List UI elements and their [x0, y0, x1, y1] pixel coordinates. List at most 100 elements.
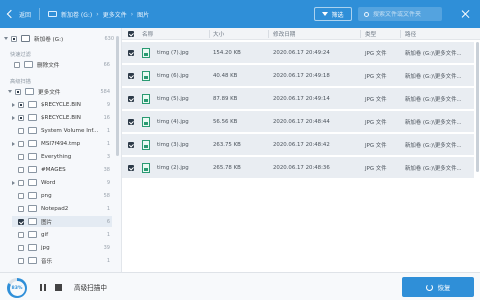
row-checkbox[interactable] — [128, 119, 134, 125]
cell-path: 新加卷 (G:)\更多文件... — [405, 143, 462, 149]
deleted-files-count: 66 — [103, 61, 110, 68]
drive-checkbox[interactable] — [11, 35, 17, 42]
tree-item[interactable]: gif 1 — [12, 229, 112, 240]
column-header-size[interactable]: 大小 — [213, 28, 224, 40]
jpg-file-icon — [142, 48, 150, 58]
tree-item-checkbox[interactable] — [18, 244, 24, 251]
file-name: timg (4).jpg — [157, 119, 189, 125]
filter-button[interactable]: 筛选 — [314, 7, 352, 21]
deleted-files-checkbox[interactable] — [14, 61, 20, 68]
filter-icon — [322, 12, 329, 16]
close-icon[interactable] — [461, 9, 471, 19]
cell-path: 新加卷 (G:)\更多文件... — [405, 74, 462, 80]
tree-item-checkbox[interactable] — [18, 140, 24, 147]
tree-item[interactable]: $RECYCLE.BIN 9 — [12, 99, 112, 110]
tree-item-checkbox[interactable] — [18, 179, 24, 186]
more-files-checkbox[interactable] — [15, 88, 21, 95]
folder-icon — [28, 153, 37, 160]
cell-date: 2020.06.17 20:48:44 — [273, 119, 330, 125]
table-row[interactable]: timg (6).jpg 40.48 KB 2020.06.17 20:49:18 J… — [122, 65, 474, 87]
column-header-type[interactable]: 类型 — [365, 28, 376, 40]
table-row[interactable]: timg (4).jpg 56.56 KB 2020.06.17 20:48:44 J… — [122, 111, 474, 133]
sidebar-scrollbar[interactable] — [116, 36, 119, 156]
tree-item[interactable]: System Volume Inf... 1 — [12, 125, 112, 136]
folder-icon — [28, 231, 37, 238]
tree-item[interactable]: jpg 39 — [12, 242, 112, 253]
recover-icon — [425, 283, 433, 291]
tree-item[interactable]: Word 9 — [12, 177, 112, 188]
tree-item[interactable]: png 58 — [12, 190, 112, 201]
breadcrumb-more-files[interactable]: 更多文件 — [103, 10, 127, 19]
row-checkbox[interactable] — [128, 96, 134, 102]
filter-label: 筛选 — [331, 11, 344, 19]
recover-button[interactable]: 恢复 — [402, 277, 474, 297]
tree-item[interactable]: 图片 6 — [12, 216, 112, 227]
tree-item-checkbox[interactable] — [18, 166, 24, 173]
jpg-file-icon — [142, 163, 150, 173]
table-row[interactable]: timg (5).jpg 87.89 KB 2020.06.17 20:49:14 J… — [122, 88, 474, 110]
column-divider[interactable] — [209, 30, 210, 38]
jpg-file-icon — [142, 71, 150, 81]
cell-type: JPG 文件 — [365, 74, 387, 80]
expand-icon[interactable] — [12, 141, 15, 146]
cell-type: JPG 文件 — [365, 166, 387, 172]
tree-item-label: System Volume Inf... — [41, 127, 99, 134]
breadcrumb-images[interactable]: 图片 — [137, 10, 149, 19]
tree-item[interactable]: Everything 3 — [12, 151, 112, 162]
column-divider[interactable] — [268, 30, 269, 38]
advanced-scan-heading: 高级扫描 — [10, 79, 31, 85]
table-row[interactable]: timg (7).jpg 154.20 KB 2020.06.17 20:49:24… — [122, 42, 474, 64]
column-header-date[interactable]: 修改日期 — [273, 28, 295, 40]
tree-item-checkbox[interactable] — [18, 257, 24, 264]
tree-item-checkbox[interactable] — [18, 205, 24, 212]
expand-icon[interactable] — [12, 115, 15, 120]
row-checkbox[interactable] — [128, 50, 134, 56]
column-header-name[interactable]: 名称 — [142, 28, 153, 40]
row-checkbox[interactable] — [128, 165, 134, 171]
more-files-label: 更多文件 — [38, 89, 61, 96]
drive-row[interactable]: 新加卷 (G:) 630 — [4, 33, 116, 44]
stop-icon[interactable] — [55, 284, 62, 291]
tree-item[interactable]: $RECYCLE.BIN 16 — [12, 112, 112, 123]
deleted-files-row[interactable]: 删除文件 66 — [14, 59, 112, 70]
jpg-file-icon — [142, 94, 150, 104]
expand-icon[interactable] — [4, 37, 8, 40]
expand-icon[interactable] — [12, 180, 15, 185]
tree-item-checkbox[interactable] — [18, 218, 24, 225]
expand-icon[interactable] — [8, 90, 12, 93]
trash-icon — [24, 61, 33, 68]
row-checkbox[interactable] — [128, 142, 134, 148]
cell-date: 2020.06.17 20:49:18 — [273, 73, 330, 79]
tree-item-checkbox[interactable] — [18, 127, 24, 134]
table-row[interactable]: timg (2).jpg 265.78 KB 2020.06.17 20:48:36… — [122, 157, 474, 179]
tree-item[interactable]: #MAGES 38 — [12, 164, 112, 175]
column-divider[interactable] — [400, 30, 401, 38]
tree-item[interactable]: MSI7f494.tmp 1 — [12, 138, 112, 149]
tree-item-checkbox[interactable] — [18, 114, 24, 121]
expand-icon[interactable] — [12, 102, 15, 107]
search-input[interactable] — [373, 10, 439, 18]
tree-item-count: 1 — [106, 257, 110, 264]
table-row[interactable]: timg (3).jpg 263.75 KB 2020.06.17 20:48:42… — [122, 134, 474, 156]
row-checkbox[interactable] — [128, 73, 134, 79]
tree-item-checkbox[interactable] — [18, 192, 24, 199]
folder-icon — [28, 101, 37, 108]
select-all-checkbox[interactable] — [128, 31, 134, 37]
tree-item-checkbox[interactable] — [18, 101, 24, 108]
column-divider[interactable] — [360, 30, 361, 38]
folder-tree-panel: 新加卷 (G:) 630 快速过滤 删除文件 66 高级扫描 更多文件 584 … — [0, 28, 122, 272]
cell-name: timg (4).jpg — [142, 111, 189, 133]
tree-item[interactable]: Notepad2 1 — [12, 203, 112, 214]
back-button[interactable]: 返回 — [6, 9, 31, 19]
tree-item-checkbox[interactable] — [18, 153, 24, 160]
breadcrumb-drive[interactable]: 新加卷 (G:) — [61, 10, 92, 19]
more-files-row[interactable]: 更多文件 584 — [8, 86, 112, 97]
pause-icon[interactable] — [40, 284, 46, 291]
cell-type: JPG 文件 — [365, 143, 387, 149]
tree-item-checkbox[interactable] — [18, 231, 24, 238]
table-scrollbar[interactable] — [476, 42, 479, 172]
tree-item[interactable]: 音乐 1 — [12, 255, 112, 266]
column-header-path[interactable]: 路径 — [405, 28, 416, 40]
cell-name: timg (5).jpg — [142, 88, 189, 110]
search-box[interactable] — [358, 7, 442, 21]
